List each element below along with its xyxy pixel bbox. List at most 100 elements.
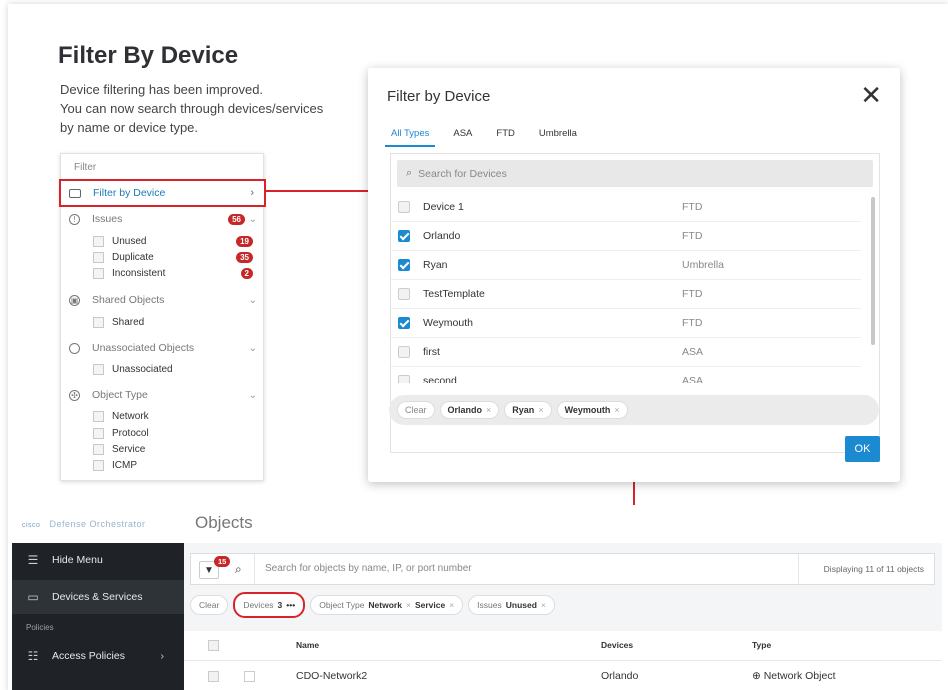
checkbox[interactable] [93,411,104,422]
clear-filters-button[interactable]: Clear [190,595,229,615]
unassociated-objects-section[interactable]: Unassociated Objects ⌄ [69,342,259,354]
remove-filter-icon[interactable]: × [449,600,454,610]
brand: cisco Defense Orchestrator [22,519,146,529]
checkbox-checked[interactable] [398,317,410,329]
shared-item-label: Shared [112,317,145,328]
filter-value: Service [414,600,446,610]
select-all-checkbox[interactable] [208,640,219,651]
filter-value: Unused [505,600,537,610]
device-row[interactable]: Weymouth FTD [391,309,861,338]
selected-device-chip[interactable]: Ryan × [504,401,552,419]
selected-device-chip[interactable]: Orlando × [439,401,500,419]
filter-heading: Filter [74,162,97,173]
network-icon: ✣ [69,389,80,401]
column-header-type[interactable]: Type [752,631,771,660]
checkbox[interactable] [93,460,104,471]
row-checkbox[interactable] [208,671,219,682]
unassociated-item-label: Unassociated [112,364,173,375]
object-type-item[interactable]: ICMP [93,460,259,471]
device-row[interactable]: Device 1 FTD [391,193,861,222]
checkbox[interactable] [93,268,104,279]
selected-device-chip[interactable]: Weymouth × [556,401,628,419]
checkbox-checked[interactable] [398,230,410,242]
column-header-name[interactable]: Name [296,631,319,660]
shared-item[interactable]: Shared [93,317,259,328]
shared-objects-icon: ▣ [69,294,80,306]
chip-label: Orlando [447,405,483,415]
object-type-item-label: Protocol [112,428,149,439]
object-type-section[interactable]: ✣ Object Type ⌄ [69,389,259,401]
unassociated-objects-label: Unassociated Objects [92,342,195,354]
issue-item-duplicate[interactable]: Duplicate 35 [93,252,259,263]
checkbox[interactable] [93,317,104,328]
unassociated-item[interactable]: Unassociated [93,364,259,375]
devices-filter-chip[interactable]: Devices 3 ••• [233,592,306,618]
checkbox[interactable] [398,375,410,383]
hide-menu-button[interactable]: ☰ Hide Menu [12,543,184,577]
chevron-right-icon: › [250,187,254,199]
issue-item-inconsistent[interactable]: Inconsistent 2 [93,268,259,279]
filter-by-device-item[interactable]: Filter by Device › [59,179,266,207]
device-row[interactable]: Orlando FTD [391,222,861,251]
page-title: Filter By Device [58,42,239,69]
checkbox[interactable] [93,444,104,455]
issues-section[interactable]: ! Issues 56 ⌄ [69,213,259,225]
table-row[interactable]: CDO-Network2 Orlando ⊕ Network Object [184,660,942,690]
object-type-item-label: Network [112,411,149,422]
expand-icon[interactable] [244,671,255,682]
remove-chip-icon[interactable]: × [614,405,619,415]
device-icon: ▭ [27,590,39,604]
issues-filter-chip[interactable]: Issues Unused × [468,595,555,615]
network-object-icon: ⊕ [752,670,764,682]
shared-objects-section[interactable]: ▣ Shared Objects ⌄ [69,294,259,306]
device-list-scrollbar[interactable] [871,197,875,345]
checkbox[interactable] [398,346,410,358]
issue-count-badge: 35 [236,252,253,263]
tab-ftd[interactable]: FTD [496,128,514,147]
remove-chip-icon[interactable]: × [486,405,491,415]
tab-umbrella[interactable]: Umbrella [539,128,577,147]
filter-value: Network [368,600,402,610]
checkbox-checked[interactable] [398,259,410,271]
clear-selection-button[interactable]: Clear [397,401,435,419]
device-row[interactable]: second ASA [391,367,861,383]
checkbox[interactable] [93,252,104,263]
object-type-item[interactable]: Service [93,444,259,455]
device-row[interactable]: first ASA [391,338,861,367]
close-icon[interactable]: ✕ [860,82,882,108]
device-row[interactable]: Ryan Umbrella [391,251,861,280]
object-type: ⊕ Network Object [752,661,836,690]
filter-button[interactable]: ▼ 15 [199,556,231,579]
filter-by-device-label: Filter by Device [93,187,166,199]
sidebar-item-devices-services[interactable]: ▭ Devices & Services [12,580,184,614]
checkbox[interactable] [93,364,104,375]
checkbox[interactable] [398,201,410,213]
hamburger-icon: ☰ [27,553,39,567]
remove-filter-icon[interactable]: × [406,600,411,610]
object-type-item[interactable]: Network [93,411,259,422]
device-type: ASA [682,346,704,358]
checkbox[interactable] [93,236,104,247]
column-header-devices[interactable]: Devices [601,631,633,660]
object-type-filter-chip[interactable]: Object Type Network × Service × [310,595,464,615]
tab-asa[interactable]: ASA [453,128,472,147]
remove-filter-icon[interactable]: × [541,600,546,610]
remove-chip-icon[interactable]: × [538,405,543,415]
issue-count-badge: 19 [236,236,253,247]
chevron-down-icon: ⌄ [248,213,257,225]
issue-item-unused[interactable]: Unused 19 [93,236,259,247]
sidebar-item-access-policies[interactable]: ☷ Access Policies › [12,639,184,673]
object-search-input[interactable]: Search for objects by name, IP, or port … [254,554,799,584]
checkbox[interactable] [93,428,104,439]
subtitle-line: Device filtering has been improved. [60,82,264,97]
issue-item-label: Inconsistent [112,268,166,279]
tab-all-types[interactable]: All Types [385,128,436,147]
device-name: first [423,346,440,358]
object-type-item[interactable]: Protocol [93,428,259,439]
checkbox[interactable] [398,288,410,300]
ok-button[interactable]: OK [845,436,880,462]
device-search-input[interactable]: ⌕ Search for Devices [397,160,873,187]
device-type: FTD [682,230,703,242]
device-type: ASA [682,375,704,383]
device-row[interactable]: TestTemplate FTD [391,280,861,309]
